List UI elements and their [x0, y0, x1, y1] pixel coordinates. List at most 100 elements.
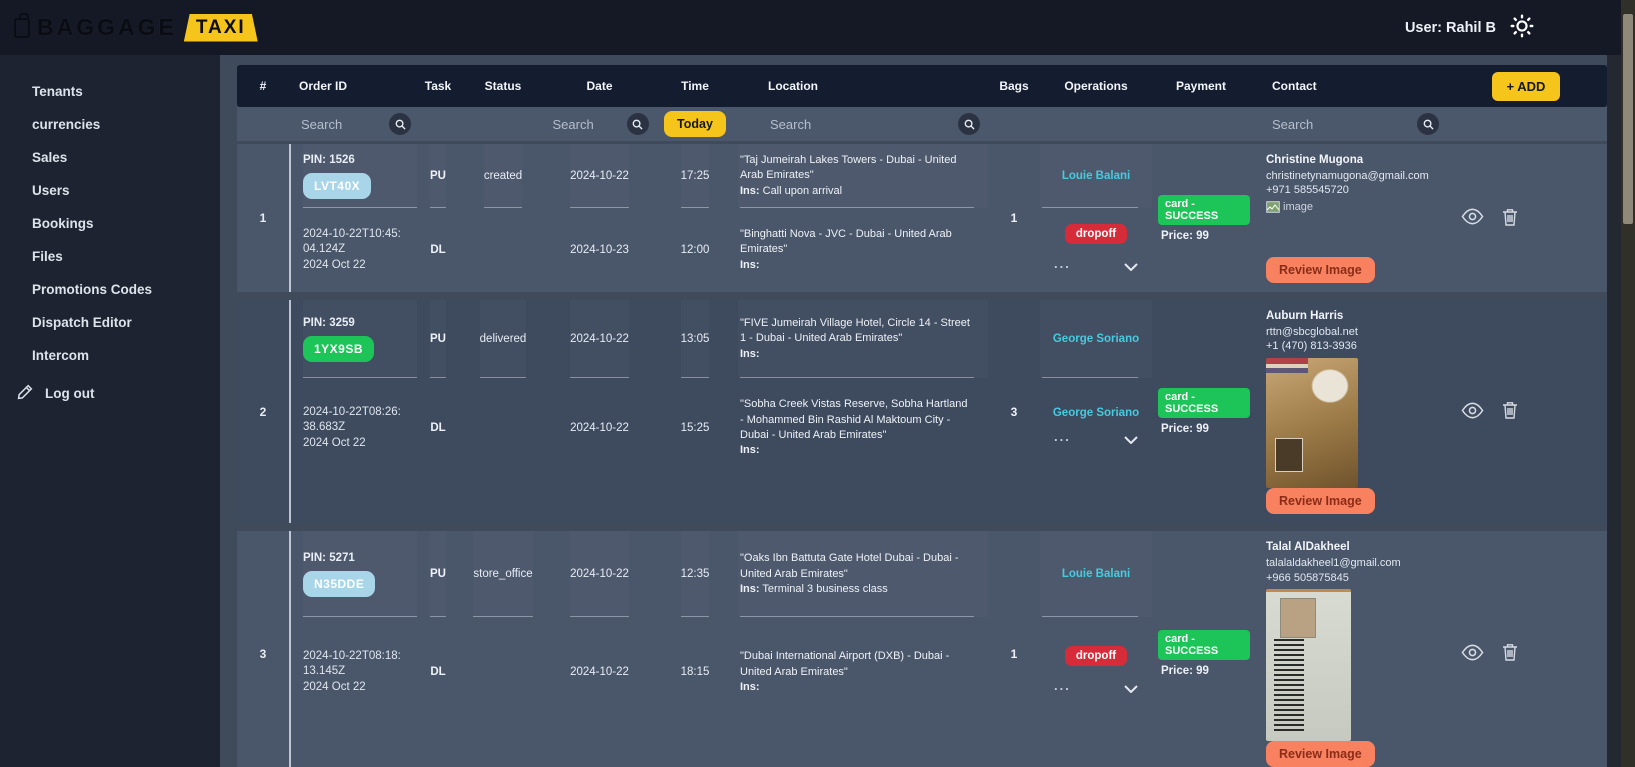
broken-image-alt: image	[1283, 201, 1313, 214]
bags-cell: 1	[1010, 646, 1018, 661]
review-image-button[interactable]: Review Image	[1266, 741, 1375, 767]
location-search-input[interactable]	[768, 115, 832, 133]
date-search-input[interactable]	[550, 115, 615, 133]
logout-button[interactable]: Log out	[0, 372, 220, 412]
operations-more[interactable]: ...	[1054, 430, 1138, 449]
col-operations: Operations	[1064, 79, 1128, 93]
task-dl: DL	[430, 666, 446, 679]
location-cell: "Oaks Ibn Battuta Gate Hotel Dubai - Dub…	[738, 531, 988, 767]
sidebar-item-users[interactable]: Users	[0, 174, 220, 207]
date-dl: 2024-10-22	[570, 666, 629, 679]
operations-more[interactable]: ...	[1054, 257, 1138, 276]
order-id-cell: PIN: 1526 LVT40X 2024-10-22T10:45:04.124…	[289, 144, 417, 292]
sidebar-item-sales[interactable]: Sales	[0, 141, 220, 174]
review-image-button[interactable]: Review Image	[1266, 257, 1375, 283]
created-date: 2024 Oct 22	[303, 680, 366, 693]
ins-label: Ins:	[740, 582, 760, 595]
operations-cell: Louie Balani dropoff ...	[1040, 144, 1152, 292]
created-date: 2024 Oct 22	[303, 258, 366, 271]
ellipsis-menu[interactable]: ...	[1054, 430, 1071, 443]
operator-link[interactable]: Louie Balani	[1062, 568, 1130, 580]
date-cell: 2024-10-22 2024-10-23	[547, 144, 652, 292]
delete-button[interactable]	[1502, 208, 1518, 229]
sidebar-item-intercom[interactable]: Intercom	[0, 339, 220, 372]
view-button[interactable]	[1461, 402, 1484, 422]
ellipsis-menu[interactable]: ...	[1054, 679, 1071, 692]
time-cell: 12:35 18:15	[652, 531, 738, 767]
task-dl: DL	[430, 422, 446, 434]
pickup-location: "Taj Jumeirah Lakes Towers - Dubai - Uni…	[740, 153, 957, 182]
sidebar-item-tenants[interactable]: Tenants	[0, 75, 220, 108]
task-pu: PU	[430, 170, 446, 182]
dropoff-badge[interactable]: dropoff	[1064, 224, 1128, 244]
order-code-badge[interactable]: N35DDE	[303, 570, 376, 597]
row-actions	[1445, 144, 1607, 292]
passport-image[interactable]	[1266, 358, 1358, 489]
pencil-icon	[17, 383, 34, 403]
operations-cell: Louie Balani dropoff ...	[1040, 531, 1152, 767]
contact-cell: Christine Mugona christinetynamugona@gma…	[1250, 144, 1445, 292]
time-pu: 13:05	[680, 333, 710, 345]
id-card-image[interactable]	[1266, 589, 1351, 742]
order-code-badge[interactable]: 1YX9SB	[303, 335, 375, 362]
bags-cell: 1	[1010, 211, 1018, 225]
contact-email: rttn@sbcglobal.net	[1266, 325, 1358, 338]
date-pu: 2024-10-22	[570, 170, 629, 182]
dropoff-location: "Sobha Creek Vistas Reserve, Sobha Hartl…	[740, 398, 968, 441]
search-icon[interactable]	[958, 113, 980, 135]
sidebar-item-promotions-codes[interactable]: Promotions Codes	[0, 273, 220, 306]
add-button[interactable]: + ADD	[1491, 71, 1561, 101]
order-search-input[interactable]	[299, 115, 363, 133]
sidebar-item-currencies[interactable]: currencies	[0, 108, 220, 141]
sidebar: Tenants currencies Sales Users Bookings …	[0, 55, 220, 767]
logo-text: BAGGAGE	[37, 14, 177, 40]
sidebar-item-bookings[interactable]: Bookings	[0, 207, 220, 240]
time-pu: 12:35	[680, 568, 710, 581]
delete-button[interactable]	[1502, 643, 1518, 664]
contact-search-input[interactable]	[1270, 115, 1334, 133]
search-icon[interactable]	[626, 113, 649, 135]
topbar: BAGGAGE TAXI User: Rahil B	[0, 0, 1635, 55]
operator-link[interactable]: George Soriano	[1053, 407, 1139, 419]
pickup-location: "Oaks Ibn Battuta Gate Hotel Dubai - Dub…	[740, 552, 959, 580]
ellipsis-menu[interactable]: ...	[1054, 257, 1071, 270]
time-cell: 13:05 15:25	[652, 300, 738, 523]
view-button[interactable]	[1461, 208, 1484, 228]
filter-row: Today	[237, 107, 1607, 141]
delete-button[interactable]	[1502, 401, 1518, 422]
col-contact: Contact	[1272, 79, 1317, 93]
chevron-down-icon[interactable]	[1124, 680, 1138, 698]
review-image-button[interactable]: Review Image	[1266, 488, 1375, 515]
order-code-badge[interactable]: LVT40X	[303, 172, 372, 199]
user-label: User: Rahil B	[1404, 19, 1496, 36]
search-icon[interactable]	[1417, 113, 1439, 135]
chevron-down-icon[interactable]	[1124, 258, 1138, 276]
payment-price: Price: 99	[1161, 229, 1209, 242]
trash-icon	[1502, 208, 1518, 229]
search-icon[interactable]	[389, 113, 411, 135]
sidebar-item-dispatch-editor[interactable]: Dispatch Editor	[0, 306, 220, 339]
pickup-instructions: Terminal 3 business class	[762, 582, 888, 595]
logo-taxi-badge: TAXI	[183, 13, 258, 42]
chevron-down-icon[interactable]	[1124, 431, 1138, 449]
scrollbar-thumb[interactable]	[1623, 14, 1633, 224]
row-number: 3	[259, 646, 267, 661]
dropoff-badge[interactable]: dropoff	[1064, 646, 1128, 667]
operator-link[interactable]: George Soriano	[1053, 333, 1139, 345]
date-dl: 2024-10-22	[570, 422, 629, 434]
table-right-gutter	[1607, 55, 1621, 767]
sidebar-item-files[interactable]: Files	[0, 240, 220, 273]
created-timestamp: 2024-10-22T10:45:04.124Z	[303, 227, 401, 256]
contact-email: talalaldakheel1@gmail.com	[1266, 556, 1401, 569]
operator-link[interactable]: Louie Balani	[1062, 170, 1130, 182]
view-button[interactable]	[1461, 644, 1484, 664]
task-cell: PU DL	[417, 144, 459, 292]
contact-name: Christine Mugona	[1266, 154, 1364, 166]
today-filter-button[interactable]: Today	[664, 111, 726, 137]
logout-label: Log out	[45, 385, 95, 401]
trash-icon	[1502, 643, 1518, 664]
operations-more[interactable]: ...	[1054, 679, 1138, 698]
trash-icon	[1502, 401, 1518, 422]
theme-toggle-button[interactable]	[1509, 13, 1535, 42]
contact-email: christinetynamugona@gmail.com	[1266, 169, 1429, 182]
